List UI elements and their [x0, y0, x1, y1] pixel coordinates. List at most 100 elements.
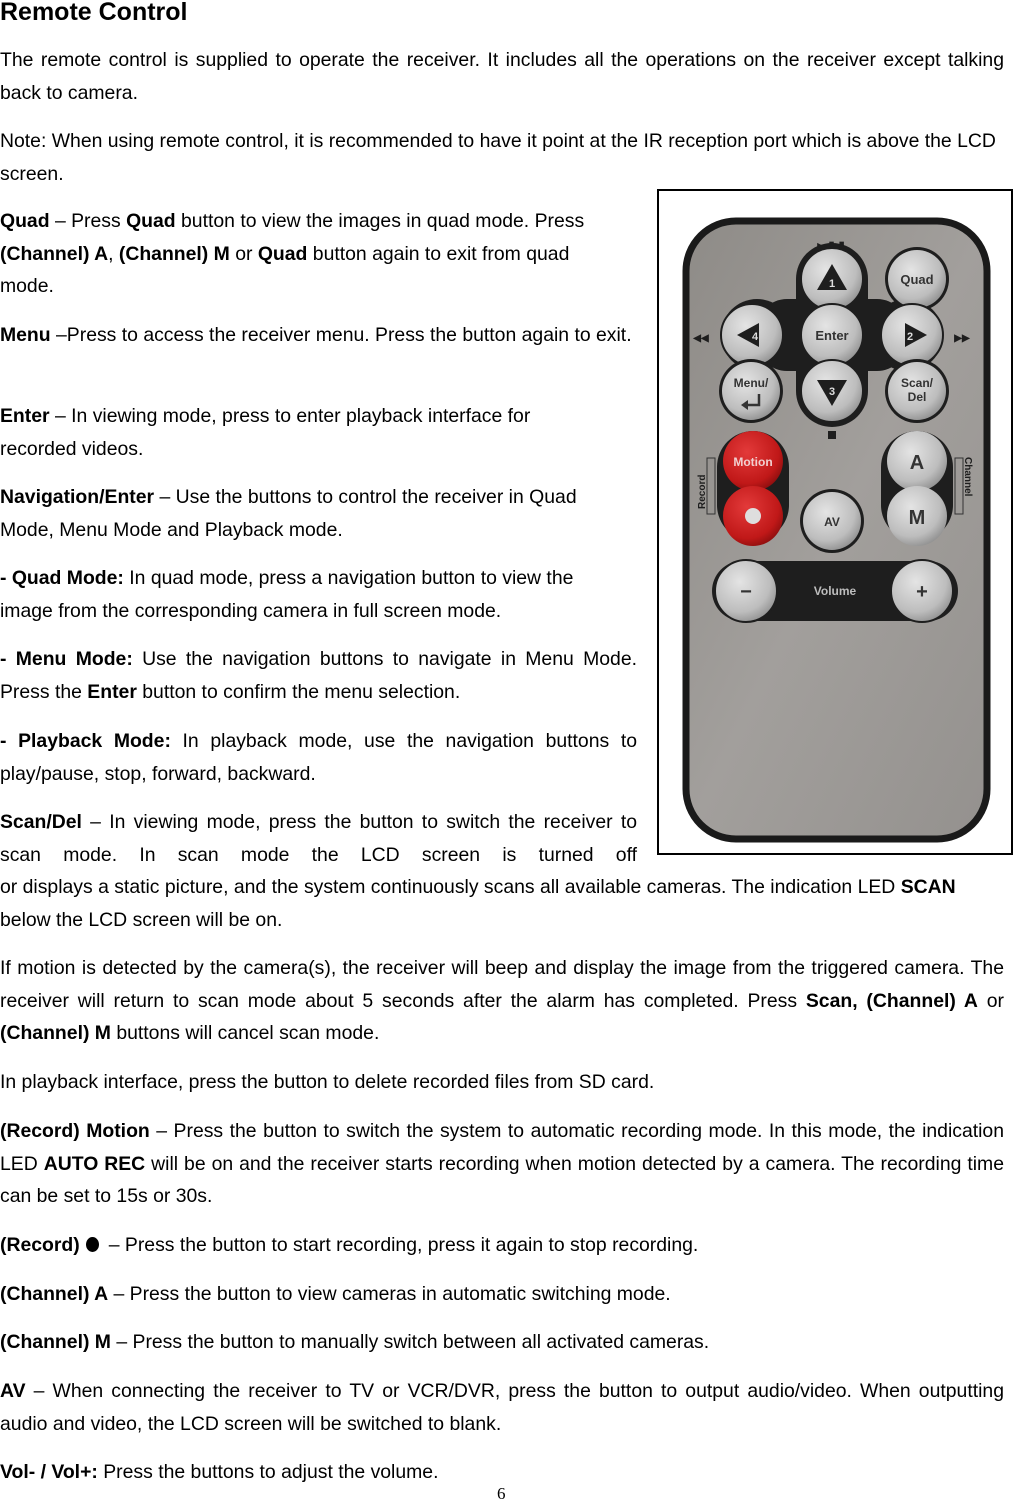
- stop-icon: [828, 431, 836, 439]
- menu-button[interactable]: Menu/: [719, 359, 783, 423]
- text: button to view the images in quad mode. …: [175, 210, 585, 232]
- svg-text:Scan/: Scan/: [901, 376, 934, 390]
- motion-detect-description: If motion is detected by the camera(s), …: [0, 952, 1004, 1050]
- text: – Press the button to start recording, p…: [108, 1234, 699, 1256]
- term: - Menu Mode:: [0, 648, 133, 670]
- intro-paragraph: The remote control is supplied to operat…: [0, 49, 1004, 104]
- record-description: (Record) – Press the button to start reco…: [0, 1229, 1004, 1262]
- term: AUTO REC: [43, 1152, 146, 1175]
- term: (Channel) M: [0, 1022, 111, 1044]
- text: below the LCD screen will be on.: [0, 908, 283, 931]
- page-title: Remote Control: [0, 0, 188, 26]
- svg-text:Quad: Quad: [900, 272, 933, 287]
- term: - Playback Mode:: [0, 730, 171, 752]
- svg-text:3: 3: [829, 386, 835, 398]
- record-motion-description: (Record) Motion – Press the button to sw…: [0, 1115, 1004, 1213]
- up-button[interactable]: 1: [800, 247, 864, 311]
- playback-delete-description: In playback interface, press the button …: [0, 1071, 655, 1093]
- volume-minus-button[interactable]: −: [714, 559, 778, 623]
- term: Menu: [0, 324, 51, 346]
- quad-description: Quad – Press Quad button to view the ima…: [0, 205, 620, 303]
- menu-description: Menu –Press to access the receiver menu.…: [0, 319, 637, 352]
- channel-a-button[interactable]: A: [887, 431, 947, 491]
- term: (Record) Motion: [0, 1120, 150, 1142]
- quad-button[interactable]: Quad: [885, 247, 949, 311]
- channel-m-description: (Channel) M – Press the button to manual…: [0, 1326, 1004, 1359]
- text: – When connecting the receiver to TV or …: [0, 1380, 1004, 1435]
- av-button[interactable]: AV: [800, 489, 864, 553]
- term: AV: [0, 1380, 26, 1402]
- svg-text:−: −: [740, 581, 752, 603]
- term: Quad: [126, 210, 176, 232]
- text: – Press the button to view cameras in au…: [108, 1283, 671, 1305]
- svg-text:Enter: Enter: [815, 328, 848, 343]
- svg-text:+: +: [916, 581, 928, 603]
- term: Scan/Del: [0, 811, 82, 833]
- scan-description: Scan/Del – In viewing mode, press the bu…: [0, 806, 637, 871]
- term: (Channel) A: [0, 1283, 109, 1305]
- record-dot-icon: [745, 508, 761, 524]
- volume-label: Volume: [814, 584, 857, 598]
- term: Navigation/Enter: [0, 486, 155, 508]
- navigation-description: Navigation/Enter – Use the buttons to co…: [0, 481, 600, 546]
- text: –Press to access the receiver menu. Pres…: [50, 324, 632, 346]
- menu-mode-description: - Menu Mode: Use the navigation buttons …: [0, 643, 637, 708]
- svg-text:Motion: Motion: [733, 455, 772, 469]
- svg-text:Del: Del: [908, 390, 927, 404]
- right-button[interactable]: 2: [880, 303, 944, 367]
- motion-button[interactable]: Motion: [723, 431, 783, 491]
- down-button[interactable]: 3: [800, 359, 864, 423]
- playback-mode-description: - Playback Mode: In playback mode, use t…: [0, 725, 637, 790]
- term: Vol- / Vol+:: [0, 1461, 98, 1483]
- page-number: 6: [497, 1484, 506, 1503]
- record-label: Record: [697, 475, 708, 509]
- text: ,: [108, 242, 119, 265]
- svg-text:A: A: [910, 452, 924, 474]
- text: or: [229, 242, 258, 265]
- svg-text:2: 2: [907, 331, 913, 343]
- term: Quad: [0, 210, 50, 232]
- svg-text:4: 4: [752, 331, 759, 343]
- svg-text:Menu/: Menu/: [734, 376, 769, 390]
- svg-text:AV: AV: [824, 515, 840, 529]
- channel-m-button[interactable]: M: [887, 486, 947, 546]
- note-paragraph: Note: When using remote control, it is r…: [0, 130, 996, 185]
- channel-a-description: (Channel) A – Press the button to view c…: [0, 1278, 1004, 1311]
- av-description: AV – When connecting the receiver to TV …: [0, 1375, 1004, 1440]
- term: SCAN: [900, 876, 956, 898]
- volume-plus-button[interactable]: +: [890, 559, 954, 623]
- record-dot-icon: [85, 1237, 99, 1252]
- text: – Press: [49, 210, 127, 232]
- term: (Channel) M: [0, 1331, 111, 1353]
- text: will be on and the receiver starts recor…: [0, 1152, 1004, 1208]
- enter-button[interactable]: Enter: [800, 303, 864, 367]
- remote-control-image: ▶❚❚ 1 Quad ◀◀ 4 Enter 2: [657, 189, 1013, 855]
- term: Scan, (Channel) A: [805, 989, 978, 1012]
- quad-mode-description: - Quad Mode: In quad mode, press a navig…: [0, 562, 620, 627]
- term: - Quad Mode:: [0, 567, 124, 589]
- next-icon: ▶▶: [953, 333, 971, 344]
- scan-del-button[interactable]: Scan/ Del: [885, 359, 949, 423]
- text: buttons will cancel scan mode.: [110, 1022, 380, 1044]
- scan-description-continued: or displays a static picture, and the sy…: [0, 871, 1004, 936]
- text: – In viewing mode, press to enter playba…: [0, 405, 531, 460]
- term: Quad: [257, 242, 308, 265]
- text: button to confirm the menu selection.: [136, 680, 461, 703]
- record-button[interactable]: [723, 486, 783, 546]
- previous-icon: ◀◀: [692, 333, 709, 344]
- term: (Record): [0, 1234, 80, 1256]
- channel-label: Channel: [962, 457, 973, 497]
- term: Enter: [87, 680, 137, 703]
- svg-text:M: M: [909, 507, 926, 529]
- text: – Press the button to manually switch be…: [110, 1331, 710, 1353]
- text: or: [977, 989, 1004, 1012]
- left-button[interactable]: 4: [720, 303, 784, 367]
- enter-description: Enter – In viewing mode, press to enter …: [0, 400, 610, 465]
- term: Enter: [0, 405, 50, 427]
- text: Press the buttons to adjust the volume.: [97, 1461, 439, 1483]
- term: (Channel) M: [118, 242, 230, 265]
- term: (Channel) A: [0, 242, 109, 265]
- text: or displays a static picture, and the sy…: [0, 876, 901, 898]
- text: – In viewing mode, press the button to s…: [0, 811, 637, 866]
- svg-text:1: 1: [829, 278, 835, 290]
